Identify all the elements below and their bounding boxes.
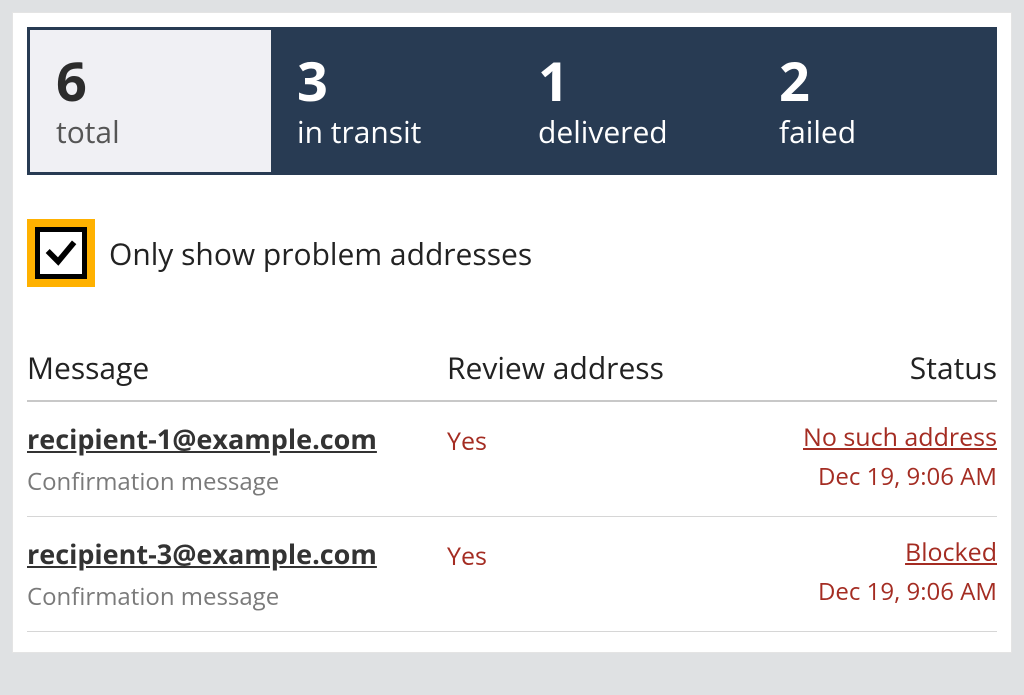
- recipient-link[interactable]: recipient-3@example.com: [27, 535, 377, 572]
- table-row: recipient-1@example.com Confirmation mes…: [27, 402, 997, 517]
- status-link[interactable]: Blocked: [905, 535, 997, 569]
- recipient-link[interactable]: recipient-1@example.com: [27, 420, 377, 457]
- messages-table: Message Review address Status recipient-…: [27, 347, 997, 632]
- tab-delivered-label: delivered: [538, 111, 727, 152]
- status-card: 6 total 3 in transit 1 delivered 2 faile…: [12, 12, 1012, 653]
- cell-message: recipient-1@example.com Confirmation mes…: [27, 420, 447, 498]
- tab-in-transit[interactable]: 3 in transit: [271, 30, 512, 172]
- cell-status: No such address Dec 19, 9:06 AM: [707, 420, 997, 493]
- col-review: Review address: [447, 347, 707, 388]
- cell-status: Blocked Dec 19, 9:06 AM: [707, 535, 997, 608]
- table-header: Message Review address Status: [27, 347, 997, 402]
- tab-delivered-count: 1: [538, 53, 727, 107]
- col-status: Status: [707, 347, 997, 388]
- cell-message: recipient-3@example.com Confirmation mes…: [27, 535, 447, 613]
- cell-review: Yes: [447, 535, 707, 573]
- filter-label: Only show problem addresses: [109, 233, 532, 274]
- tab-delivered[interactable]: 1 delivered: [512, 30, 753, 172]
- tab-failed-label: failed: [779, 111, 968, 152]
- tab-failed[interactable]: 2 failed: [753, 30, 994, 172]
- summary-tabs: 6 total 3 in transit 1 delivered 2 faile…: [27, 27, 997, 175]
- status-link[interactable]: No such address: [803, 420, 997, 454]
- message-subject: Confirmation message: [27, 465, 447, 498]
- filter-checkbox[interactable]: [35, 227, 87, 279]
- filter-row: Only show problem addresses: [27, 219, 997, 287]
- filter-checkbox-highlight: [27, 219, 95, 287]
- status-time: Dec 19, 9:06 AM: [707, 575, 997, 608]
- check-icon: [44, 236, 78, 270]
- tab-in-transit-label: in transit: [297, 111, 486, 152]
- table-row: recipient-3@example.com Confirmation mes…: [27, 517, 997, 632]
- status-time: Dec 19, 9:06 AM: [707, 460, 997, 493]
- col-message: Message: [27, 347, 447, 388]
- message-subject: Confirmation message: [27, 580, 447, 613]
- tab-total-count: 6: [56, 53, 245, 107]
- tab-total-label: total: [56, 111, 245, 152]
- cell-review: Yes: [447, 420, 707, 458]
- tab-in-transit-count: 3: [297, 53, 486, 107]
- tab-total[interactable]: 6 total: [30, 30, 271, 172]
- tab-failed-count: 2: [779, 53, 968, 107]
